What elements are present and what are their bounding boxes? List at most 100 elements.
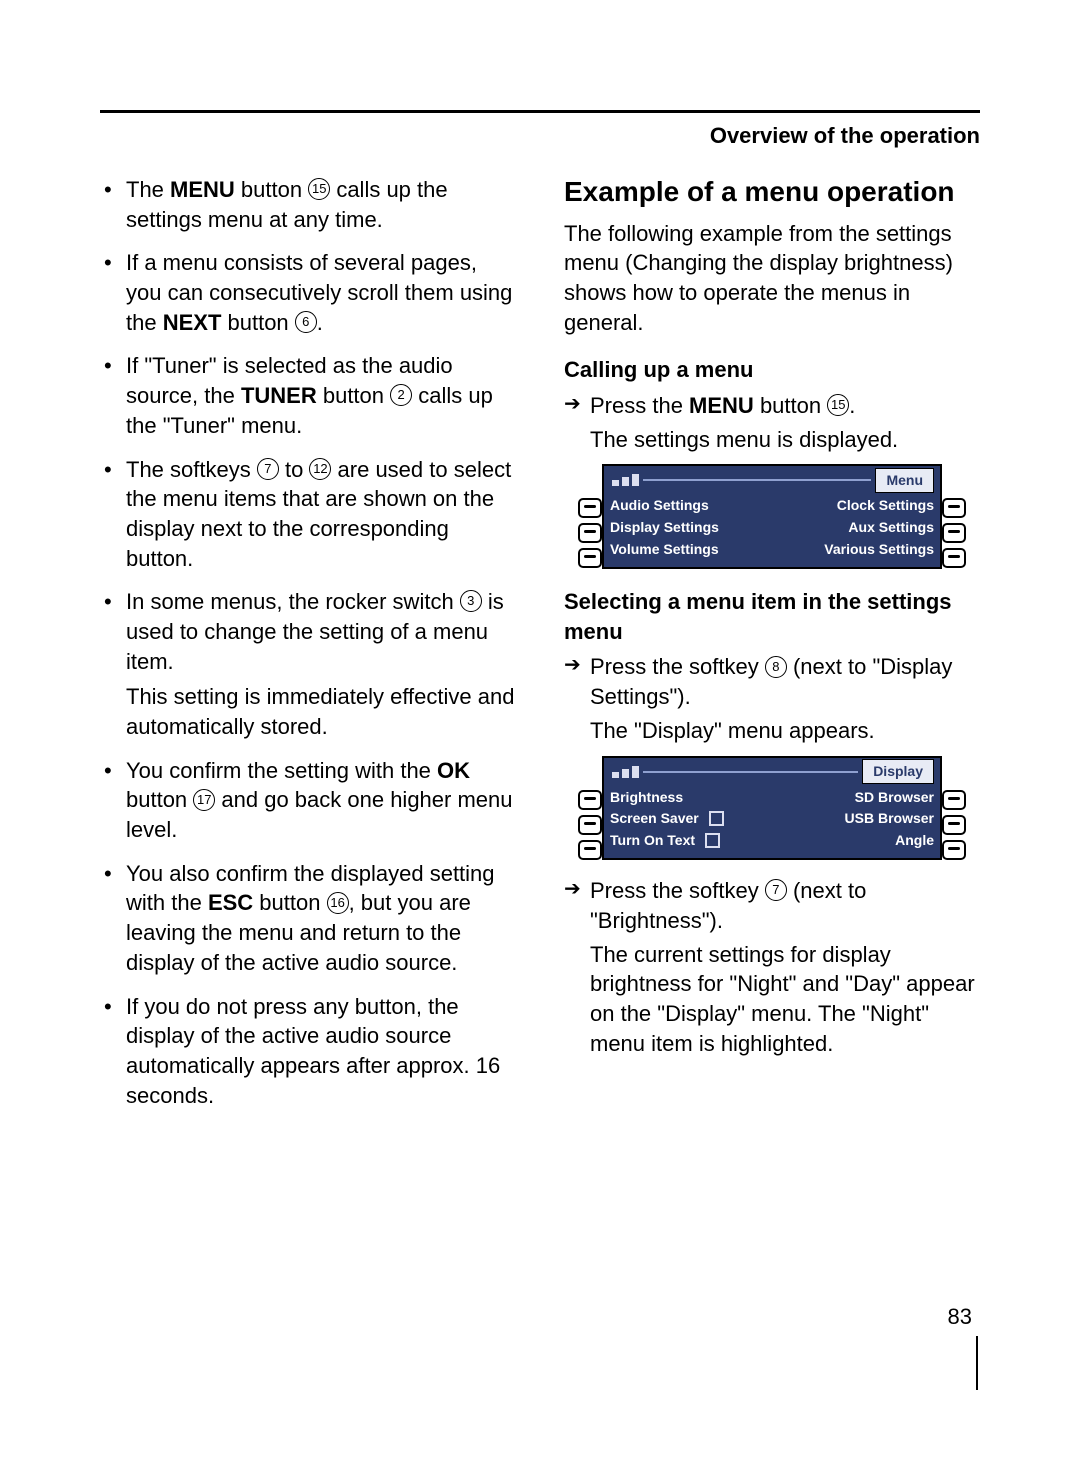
step-press-softkey-8: Press the softkey 8 (next to "Display Se… xyxy=(564,652,980,711)
text: button xyxy=(126,787,193,812)
bullet-timeout: If you do not press any button, the disp… xyxy=(100,992,516,1111)
step-press-softkey-7: Press the softkey 7 (next to "Brightness… xyxy=(564,876,980,935)
text: Press the softkey xyxy=(590,878,765,903)
menu-screen: Menu Audio Settings Display Settings Vol… xyxy=(602,464,942,569)
right-knobs xyxy=(942,790,966,860)
manual-page: Overview of the operation The MENU butto… xyxy=(0,0,1080,1460)
ref-circle-icon: 3 xyxy=(460,590,482,612)
ref-circle-icon: 15 xyxy=(308,178,330,200)
text: button xyxy=(235,177,308,202)
label: Screen Saver xyxy=(610,809,699,828)
ref-circle-icon: 2 xyxy=(390,384,412,406)
menu-item: Various Settings xyxy=(824,540,934,559)
screen-display: Menu Audio Settings Display Settings Vol… xyxy=(602,464,942,569)
header-rule xyxy=(100,110,980,113)
text: The softkeys xyxy=(126,457,257,482)
bullet-esc-button: You also confirm the displayed setting w… xyxy=(100,859,516,978)
right-column: Example of a menu operation The followin… xyxy=(564,175,980,1124)
menu-item: Brightness xyxy=(610,788,724,807)
ref-circle-icon: 7 xyxy=(257,458,279,480)
left-knobs xyxy=(578,790,602,860)
divider xyxy=(643,771,858,773)
section-heading: Example of a menu operation xyxy=(564,175,980,209)
text: button xyxy=(221,310,294,335)
checkbox-icon xyxy=(709,811,724,826)
left-knobs xyxy=(578,498,602,568)
screen-tab: Menu xyxy=(875,468,934,493)
menu-item: Angle xyxy=(895,831,934,850)
knob-icon xyxy=(578,790,602,810)
text: Press the xyxy=(590,393,689,418)
menu-item: Audio Settings xyxy=(610,496,719,515)
text: . xyxy=(849,393,855,418)
knob-icon xyxy=(578,815,602,835)
left-column: The MENU button 15 calls up the settings… xyxy=(100,175,516,1124)
screen-body: Brightness Screen Saver Turn On Text SD … xyxy=(610,788,934,851)
menu-item: USB Browser xyxy=(845,809,934,828)
header-title: Overview of the operation xyxy=(100,123,980,149)
menu-item: SD Browser xyxy=(855,788,934,807)
bold: MENU xyxy=(689,393,754,418)
knob-icon xyxy=(942,815,966,835)
bullet-ok-button: You confirm the setting with the OK butt… xyxy=(100,756,516,845)
bullet-tuner-button: If "Tuner" is selected as the audio sour… xyxy=(100,351,516,440)
knob-icon xyxy=(942,790,966,810)
ref-circle-icon: 6 xyxy=(295,311,317,333)
bold: OK xyxy=(437,758,470,783)
ref-circle-icon: 7 xyxy=(765,879,787,901)
screen-top-bar: Menu xyxy=(610,470,934,490)
knob-icon xyxy=(942,548,966,568)
signal-bars-icon xyxy=(610,766,639,778)
screen-right-col: Clock Settings Aux Settings Various Sett… xyxy=(824,496,934,559)
text: Press the softkey xyxy=(590,654,765,679)
bold: TUNER xyxy=(241,383,317,408)
bullet-next-button: If a menu consists of several pages, you… xyxy=(100,248,516,337)
knob-icon xyxy=(578,548,602,568)
knob-icon xyxy=(942,840,966,860)
step-press-menu: Press the MENU button 15. xyxy=(564,391,980,421)
text: You confirm the setting with the xyxy=(126,758,437,783)
menu-item: Turn On Text xyxy=(610,831,724,850)
right-knobs xyxy=(942,498,966,568)
content-columns: The MENU button 15 calls up the settings… xyxy=(100,175,980,1124)
text: The xyxy=(126,177,170,202)
page-number: 83 xyxy=(948,1304,972,1330)
bullet-rocker-switch: In some menus, the rocker switch 3 is us… xyxy=(100,587,516,741)
screen-body: Audio Settings Display Settings Volume S… xyxy=(610,496,934,559)
text: . xyxy=(317,310,323,335)
menu-item: Volume Settings xyxy=(610,540,719,559)
bold: ESC xyxy=(208,890,253,915)
result-text: The "Display" menu appears. xyxy=(564,716,980,746)
screen-right-col: SD Browser USB Browser Angle xyxy=(845,788,934,851)
text: In some menus, the rocker switch xyxy=(126,589,460,614)
menu-item: Screen Saver xyxy=(610,809,724,828)
sub-heading: Selecting a menu item in the settings me… xyxy=(564,587,980,646)
ref-circle-icon: 8 xyxy=(765,656,787,678)
sub-heading: Calling up a menu xyxy=(564,355,980,385)
ref-circle-icon: 16 xyxy=(327,892,349,914)
knob-icon xyxy=(578,840,602,860)
bullet-list: The MENU button 15 calls up the settings… xyxy=(100,175,516,1110)
bullet-softkeys: The softkeys 7 to 12 are used to select … xyxy=(100,455,516,574)
footer-rule xyxy=(976,1336,978,1390)
intro-paragraph: The following example from the settings … xyxy=(564,219,980,338)
knob-icon xyxy=(578,523,602,543)
sub-paragraph: This setting is immediately effective an… xyxy=(126,682,516,741)
bold: MENU xyxy=(170,177,235,202)
result-text: The settings menu is displayed. xyxy=(564,425,980,455)
ref-circle-icon: 12 xyxy=(309,458,331,480)
bold: NEXT xyxy=(163,310,222,335)
menu-item: Clock Settings xyxy=(837,496,934,515)
ref-circle-icon: 15 xyxy=(827,394,849,416)
label: Brightness xyxy=(610,788,683,807)
ref-circle-icon: 17 xyxy=(193,789,215,811)
screen-top-bar: Display xyxy=(610,762,934,782)
signal-bars-icon xyxy=(610,474,639,486)
text: to xyxy=(279,457,310,482)
text: button xyxy=(253,890,326,915)
screen-left-col: Brightness Screen Saver Turn On Text xyxy=(610,788,724,851)
text: button xyxy=(317,383,390,408)
divider xyxy=(643,479,871,481)
screen-left-col: Audio Settings Display Settings Volume S… xyxy=(610,496,719,559)
label: Turn On Text xyxy=(610,831,695,850)
